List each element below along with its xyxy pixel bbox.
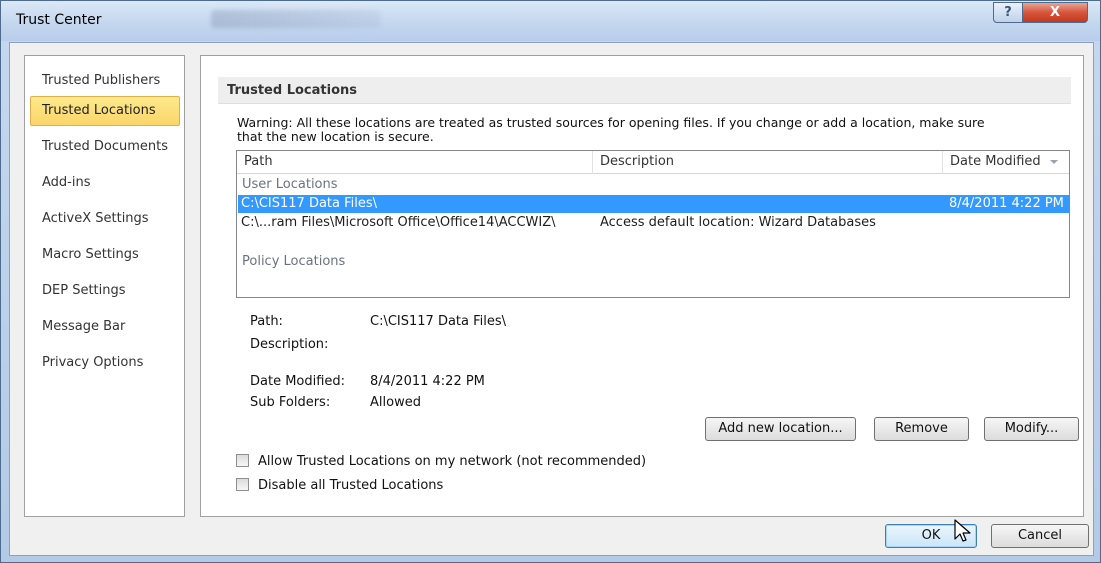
remove-button[interactable]: Remove <box>874 417 969 441</box>
row-path: C:\CIS117 Data Files\ <box>241 196 378 211</box>
detail-label-date-modified: Date Modified: <box>250 374 346 389</box>
disable-all-checkbox[interactable] <box>236 478 249 491</box>
allow-network-checkbox[interactable] <box>236 454 249 467</box>
close-icon: X <box>1049 5 1061 20</box>
sidebar-item-dep-settings[interactable]: DEP Settings <box>30 276 180 306</box>
section-title: Trusted Locations <box>227 83 357 98</box>
dialog-client-area: Trusted Publishers Trusted Locations Tru… <box>9 42 1094 556</box>
modify-button[interactable]: Modify... <box>984 417 1079 441</box>
row-description: Access default location: Wizard Database… <box>600 215 876 230</box>
warning-line-1: Warning: All these locations are treated… <box>237 115 985 130</box>
section-header: Trusted Locations <box>218 77 1071 104</box>
table-row[interactable]: C:\CIS117 Data Files\ 8/4/2011 4:22 PM <box>238 195 1070 213</box>
title-bar[interactable]: Trust Center ? X <box>1 1 1100 41</box>
sidebar-item-trusted-locations[interactable]: Trusted Locations <box>30 96 180 126</box>
trusted-locations-list[interactable]: Path Description Date Modified User Loca… <box>236 150 1070 298</box>
column-header-description[interactable]: Description <box>593 151 943 174</box>
blurred-background-title <box>211 10 381 28</box>
help-icon: ? <box>1004 5 1012 20</box>
detail-label-description: Description: <box>250 337 329 352</box>
detail-value-path: C:\CIS117 Data Files\ <box>370 314 507 329</box>
category-sidebar: Trusted Publishers Trusted Locations Tru… <box>24 55 185 517</box>
column-header-path[interactable]: Path <box>237 151 593 174</box>
settings-panel: Trusted Locations Warning: All these loc… <box>200 55 1084 517</box>
group-label-user-locations: User Locations <box>242 177 338 192</box>
table-row[interactable]: C:\...ram Files\Microsoft Office\Office1… <box>238 214 1070 232</box>
detail-label-path: Path: <box>250 314 283 329</box>
window-title: Trust Center <box>16 12 102 28</box>
cancel-button[interactable]: Cancel <box>991 524 1089 548</box>
sidebar-item-macro-settings[interactable]: Macro Settings <box>30 240 180 270</box>
help-button[interactable]: ? <box>993 2 1023 23</box>
disable-all-label: Disable all Trusted Locations <box>258 478 444 493</box>
disable-all-checkbox-row[interactable]: Disable all Trusted Locations <box>236 478 443 493</box>
close-button[interactable]: X <box>1022 2 1088 23</box>
list-header: Path Description Date Modified <box>237 151 1069 174</box>
sidebar-item-trusted-publishers[interactable]: Trusted Publishers <box>30 66 180 96</box>
detail-value-date-modified: 8/4/2011 4:22 PM <box>370 374 485 389</box>
sort-arrow-icon <box>1050 160 1058 164</box>
sidebar-item-privacy-options[interactable]: Privacy Options <box>30 348 180 378</box>
sidebar-item-activex-settings[interactable]: ActiveX Settings <box>30 204 180 234</box>
allow-network-label: Allow Trusted Locations on my network (n… <box>258 454 647 469</box>
sidebar-item-add-ins[interactable]: Add-ins <box>30 168 180 198</box>
row-path: C:\...ram Files\Microsoft Office\Office1… <box>241 215 556 230</box>
mouse-pointer-icon <box>954 519 971 542</box>
detail-label-sub-folders: Sub Folders: <box>250 395 331 410</box>
warning-line-2: that the new location is secure. <box>237 129 434 144</box>
group-label-policy-locations: Policy Locations <box>242 254 346 269</box>
sidebar-item-trusted-documents[interactable]: Trusted Documents <box>30 132 180 162</box>
trust-center-window: Trust Center ? X Trusted Publishers Trus… <box>0 0 1101 563</box>
detail-value-sub-folders: Allowed <box>370 395 421 410</box>
allow-network-checkbox-row[interactable]: Allow Trusted Locations on my network (n… <box>236 454 646 469</box>
row-date-modified: 8/4/2011 4:22 PM <box>949 196 1064 211</box>
warning-text: Warning: All these locations are treated… <box>237 116 1067 144</box>
add-new-location-button[interactable]: Add new location... <box>705 417 856 441</box>
sidebar-item-message-bar[interactable]: Message Bar <box>30 312 180 342</box>
